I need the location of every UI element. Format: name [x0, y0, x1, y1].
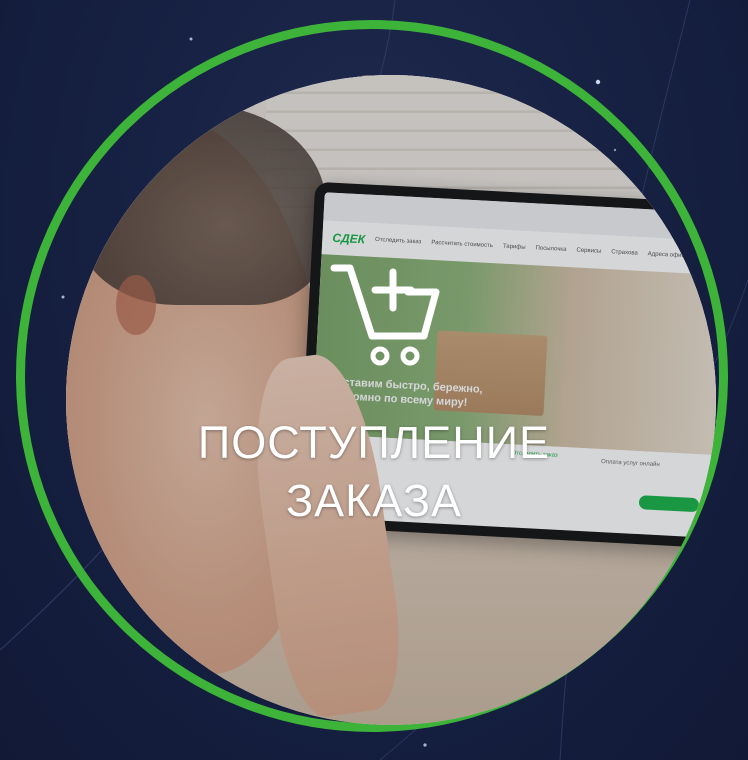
title-line-2: ЗАКАЗА	[285, 475, 463, 526]
title-line-1: ПОСТУПЛЕНИЕ	[197, 417, 551, 468]
photo-overlay	[66, 75, 716, 725]
cart-plus-icon	[330, 264, 440, 366]
photo-circle: СДЕК Отследить заказ Рассчитать стоимост…	[66, 75, 716, 725]
